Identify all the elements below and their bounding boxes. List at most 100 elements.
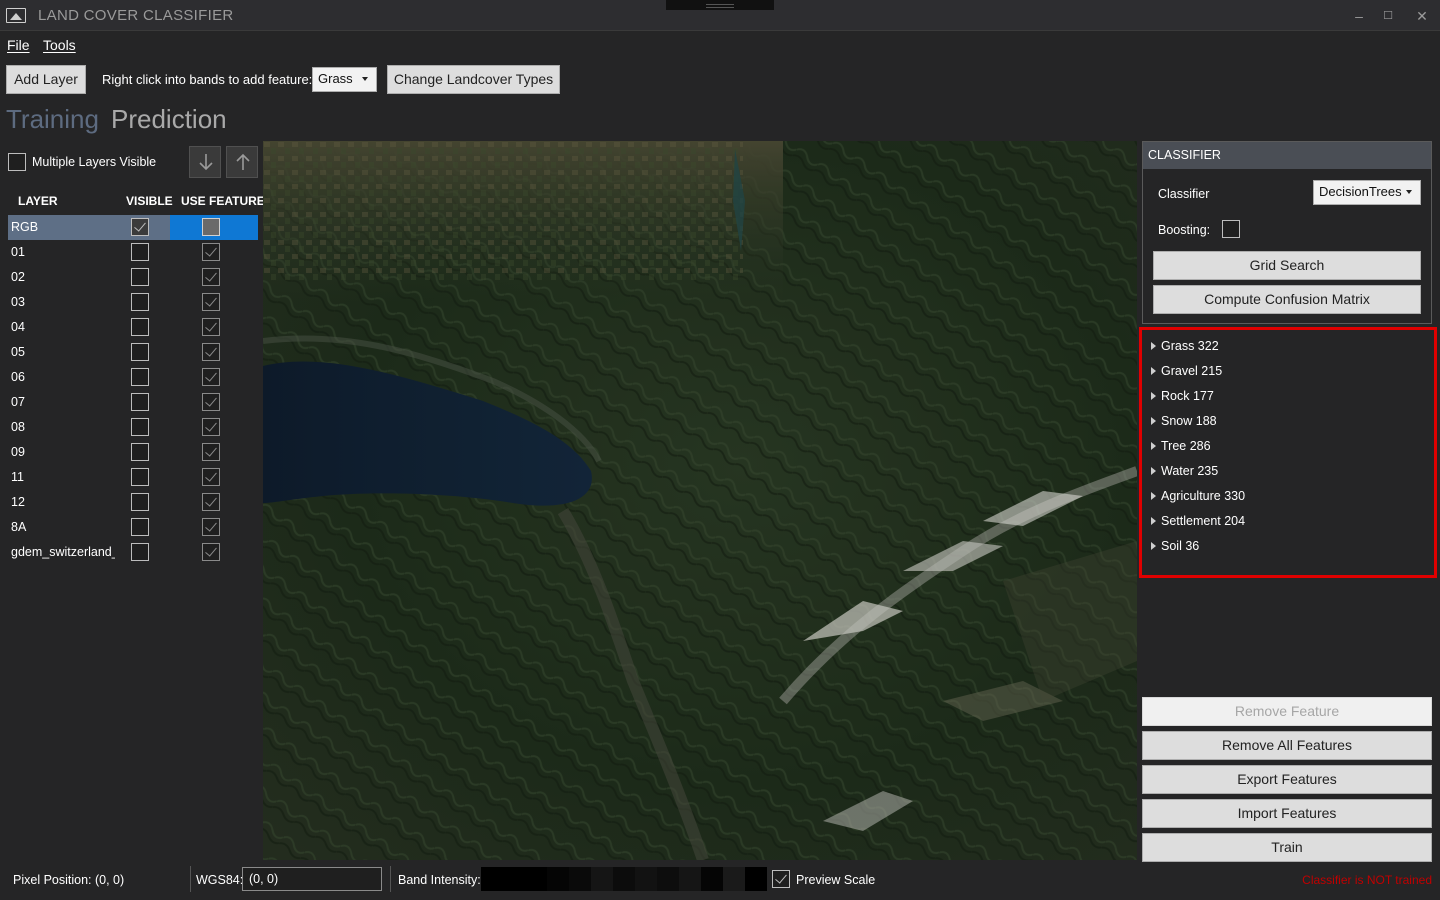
layer-use-feature-checkbox[interactable]: [202, 318, 220, 336]
pixel-position-label: Pixel Position:: [13, 873, 92, 887]
expand-triangle-icon[interactable]: [1151, 392, 1156, 400]
layer-visible-checkbox[interactable]: [131, 243, 149, 261]
layer-use-feature-checkbox[interactable]: [202, 343, 220, 361]
app-image-icon: [6, 8, 26, 23]
close-button[interactable]: ✕: [1410, 6, 1434, 26]
band-intensity-swatch: [591, 867, 613, 891]
remove-all-features-button[interactable]: Remove All Features: [1142, 731, 1432, 760]
expand-triangle-icon[interactable]: [1151, 517, 1156, 525]
layer-use-feature-checkbox[interactable]: [202, 393, 220, 411]
layer-use-feature-checkbox[interactable]: [202, 243, 220, 261]
classifier-dropdown[interactable]: DecisionTrees: [1313, 180, 1421, 205]
feature-type-dropdown[interactable]: Grass: [312, 67, 377, 92]
add-layer-button[interactable]: Add Layer: [6, 65, 86, 94]
move-layer-down-button[interactable]: [189, 146, 221, 178]
grid-search-button[interactable]: Grid Search: [1153, 251, 1421, 280]
satellite-map-view[interactable]: [263, 141, 1137, 860]
layer-use-feature-checkbox[interactable]: [202, 293, 220, 311]
layer-use-feature-checkbox[interactable]: [202, 468, 220, 486]
layer-use-feature-checkbox[interactable]: [202, 218, 220, 236]
layer-use-feature-checkbox[interactable]: [202, 518, 220, 536]
expand-triangle-icon[interactable]: [1151, 467, 1156, 475]
layer-use-feature-checkbox[interactable]: [202, 368, 220, 386]
layer-row[interactable]: 07: [8, 390, 258, 415]
remove-feature-button[interactable]: Remove Feature: [1142, 697, 1432, 726]
layer-visible-checkbox[interactable]: [131, 268, 149, 286]
import-features-button[interactable]: Import Features: [1142, 799, 1432, 828]
wgs84-field[interactable]: (0, 0): [242, 867, 382, 891]
layer-row[interactable]: 02: [8, 265, 258, 290]
expand-triangle-icon[interactable]: [1151, 342, 1156, 350]
title-bar: LAND COVER CLASSIFIER – ☐ ✕: [0, 0, 1440, 31]
layer-visible-checkbox[interactable]: [131, 518, 149, 536]
layer-row[interactable]: 09: [8, 440, 258, 465]
layer-row[interactable]: 8A: [8, 515, 258, 540]
layer-visible-checkbox[interactable]: [131, 343, 149, 361]
preview-scale-checkbox[interactable]: [772, 870, 790, 888]
layer-use-feature-checkbox[interactable]: [202, 268, 220, 286]
layer-name: 01: [11, 245, 25, 259]
expand-triangle-icon[interactable]: [1151, 417, 1156, 425]
layer-visible-checkbox[interactable]: [131, 468, 149, 486]
arrow-up-icon: [236, 153, 250, 170]
chevron-down-icon: [362, 77, 368, 81]
layer-row[interactable]: gdem_switzerland_1: [8, 540, 258, 565]
layer-row[interactable]: 01: [8, 240, 258, 265]
layer-row[interactable]: 11: [8, 465, 258, 490]
layer-visible-checkbox[interactable]: [131, 443, 149, 461]
band-intensity-swatch: [547, 867, 569, 891]
layer-visible-checkbox[interactable]: [131, 218, 149, 236]
expand-triangle-icon[interactable]: [1151, 367, 1156, 375]
layer-name: 07: [11, 395, 25, 409]
layer-visible-checkbox[interactable]: [131, 293, 149, 311]
expand-triangle-icon[interactable]: [1151, 492, 1156, 500]
tab-training[interactable]: Training: [6, 104, 99, 135]
layer-visible-checkbox[interactable]: [131, 493, 149, 511]
menu-file[interactable]: File: [7, 37, 30, 53]
change-landcover-types-button[interactable]: Change Landcover Types: [387, 65, 560, 94]
layer-visible-checkbox[interactable]: [131, 418, 149, 436]
window-drag-handle[interactable]: [666, 0, 774, 10]
band-intensity-swatch: [657, 867, 679, 891]
compute-confusion-matrix-button[interactable]: Compute Confusion Matrix: [1153, 285, 1421, 314]
band-intensity-swatch: [745, 867, 767, 891]
layer-use-feature-checkbox[interactable]: [202, 493, 220, 511]
layer-visible-checkbox[interactable]: [131, 368, 149, 386]
layer-row[interactable]: 12: [8, 490, 258, 515]
feature-group-label: Rock 177: [1161, 389, 1214, 403]
layer-name: 04: [11, 320, 25, 334]
status-divider: [190, 866, 191, 892]
boosting-checkbox[interactable]: [1222, 220, 1240, 238]
layer-use-feature-checkbox[interactable]: [202, 443, 220, 461]
layer-row[interactable]: 04: [8, 315, 258, 340]
layer-row[interactable]: 05: [8, 340, 258, 365]
multiple-layers-visible-checkbox[interactable]: [8, 153, 26, 171]
tab-prediction[interactable]: Prediction: [111, 104, 227, 135]
train-button[interactable]: Train: [1142, 833, 1432, 862]
band-intensity-swatch: [503, 867, 525, 891]
layer-row[interactable]: 06: [8, 365, 258, 390]
layer-row[interactable]: 03: [8, 290, 258, 315]
export-features-button[interactable]: Export Features: [1142, 765, 1432, 794]
layer-use-feature-checkbox[interactable]: [202, 418, 220, 436]
layer-name: 12: [11, 495, 25, 509]
expand-triangle-icon[interactable]: [1151, 542, 1156, 550]
menu-tools[interactable]: Tools: [43, 37, 76, 53]
layer-row[interactable]: 08: [8, 415, 258, 440]
column-header-visible: VISIBLE: [126, 194, 173, 208]
layer-name: 05: [11, 345, 25, 359]
move-layer-up-button[interactable]: [226, 146, 258, 178]
layer-visible-checkbox[interactable]: [131, 543, 149, 561]
minimize-button[interactable]: –: [1347, 6, 1371, 26]
layer-row[interactable]: RGB: [8, 215, 258, 240]
satellite-image: [263, 141, 1137, 860]
layer-name: 06: [11, 370, 25, 384]
layer-name: 09: [11, 445, 25, 459]
layer-visible-checkbox[interactable]: [131, 393, 149, 411]
layer-visible-checkbox[interactable]: [131, 318, 149, 336]
band-intensity-swatch: [525, 867, 547, 891]
maximize-button[interactable]: ☐: [1376, 6, 1400, 26]
expand-triangle-icon[interactable]: [1151, 442, 1156, 450]
feature-group-label: Agriculture 330: [1161, 489, 1246, 503]
layer-use-feature-checkbox[interactable]: [202, 543, 220, 561]
